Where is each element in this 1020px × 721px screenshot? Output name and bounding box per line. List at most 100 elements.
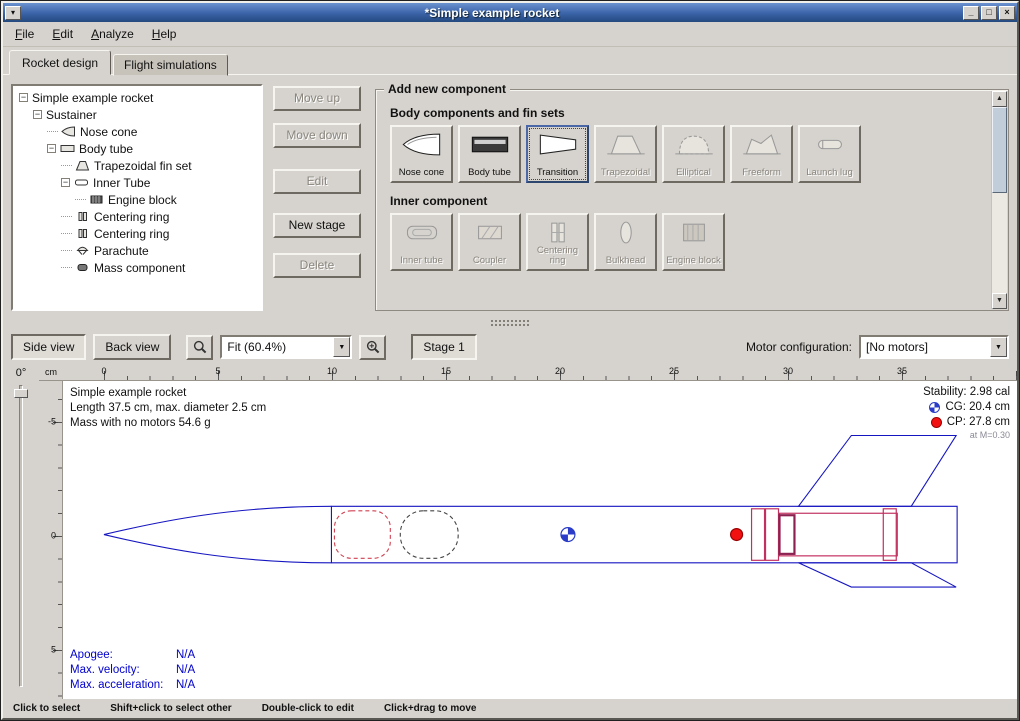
apogee-label: Apogee: xyxy=(70,648,176,663)
body-components-label: Body components and fin sets xyxy=(390,106,984,120)
add-launch-lug-button[interactable]: Launch lug xyxy=(798,125,861,183)
edit-button[interactable]: Edit xyxy=(273,169,361,194)
component-button-label: Coupler xyxy=(473,256,506,266)
minimize-button[interactable]: _ xyxy=(963,6,979,20)
zoom-in-button[interactable] xyxy=(359,335,386,360)
new-stage-button[interactable]: New stage xyxy=(273,213,361,238)
scroll-up-icon[interactable]: ▲ xyxy=(992,91,1007,107)
hint-click-drag: Click+drag to move xyxy=(384,703,477,714)
tree-item-fin-set[interactable]: Trapezoidal fin set xyxy=(15,157,259,174)
collapse-icon[interactable]: − xyxy=(33,110,42,119)
add-body-tube-button[interactable]: Body tube xyxy=(458,125,521,183)
scrollbar-track[interactable] xyxy=(992,107,1007,293)
add-elliptical-fin-button[interactable]: Elliptical xyxy=(662,125,725,183)
component-scrollbar[interactable]: ▲ ▼ xyxy=(991,91,1007,309)
menu-bar: File Edit Analyze Help xyxy=(3,22,1017,47)
centering-ring-icon xyxy=(75,228,90,239)
tree-item-label: Centering ring xyxy=(94,210,169,224)
add-engine-block-button[interactable]: Engine block xyxy=(662,213,725,271)
add-inner-tube-button[interactable]: Inner tube xyxy=(390,213,453,271)
stage-1-toggle[interactable]: Stage 1 xyxy=(411,334,476,360)
collapse-icon[interactable]: − xyxy=(47,144,56,153)
tree-item-centering-ring-1[interactable]: Centering ring xyxy=(15,208,259,225)
scrollbar-thumb[interactable] xyxy=(992,107,1007,193)
mach-condition: at M=0.30 xyxy=(923,430,1010,442)
add-coupler-button[interactable]: Coupler xyxy=(458,213,521,271)
add-component-title: Add new component xyxy=(384,82,510,96)
add-freeform-fin-button[interactable]: Freeform xyxy=(730,125,793,183)
centering-ring-outline xyxy=(766,509,779,561)
apogee-value: N/A xyxy=(176,648,195,663)
chevron-down-icon[interactable]: ▼ xyxy=(333,337,350,357)
rocket-canvas[interactable]: Simple example rocket Length 37.5 cm, ma… xyxy=(63,381,1017,699)
rotation-control: 0° xyxy=(3,365,39,699)
motor-configuration-select[interactable]: [No motors] ▼ xyxy=(859,335,1009,359)
tree-item-inner-tube[interactable]: − Inner Tube xyxy=(15,174,259,191)
panel-splitter[interactable] xyxy=(3,317,1017,329)
tab-rocket-design[interactable]: Rocket design xyxy=(9,50,111,75)
ruler-tick-label: 25 xyxy=(669,366,679,376)
body-component-buttons: Nose cone Body tube Transition Trapezoid… xyxy=(390,125,984,183)
centering-ring-icon xyxy=(75,211,90,222)
scroll-down-icon[interactable]: ▼ xyxy=(992,293,1007,309)
menu-help[interactable]: Help xyxy=(144,24,185,44)
tree-item-rocket[interactable]: − Simple example rocket xyxy=(15,89,259,106)
zoom-select[interactable]: Fit (60.4%) ▼ xyxy=(220,335,352,359)
collapse-icon[interactable]: − xyxy=(19,93,28,102)
tree-item-nose-cone[interactable]: Nose cone xyxy=(15,123,259,140)
fin-top xyxy=(798,435,956,506)
inner-component-label: Inner component xyxy=(390,194,984,208)
tree-item-sustainer[interactable]: − Sustainer xyxy=(15,106,259,123)
tree-item-label: Mass component xyxy=(94,261,185,275)
add-transition-button[interactable]: Transition xyxy=(526,125,589,183)
elliptical-fin-icon xyxy=(673,131,715,158)
add-bulkhead-button[interactable]: Bulkhead xyxy=(594,213,657,271)
inner-tube-outline xyxy=(779,513,897,556)
add-nose-cone-button[interactable]: Nose cone xyxy=(390,125,453,183)
menu-file[interactable]: File xyxy=(7,24,42,44)
tree-item-label: Parachute xyxy=(94,244,149,258)
vertical-ruler: cm -5 0 5 xyxy=(39,365,63,699)
move-up-button[interactable]: Move up xyxy=(273,86,361,111)
collapse-icon[interactable]: − xyxy=(61,178,70,187)
tree-connector xyxy=(61,165,72,166)
engine-block-icon xyxy=(673,219,715,246)
body-tube-outline xyxy=(331,506,957,562)
window-menu-icon[interactable]: ▾ xyxy=(5,6,21,20)
rotation-slider-handle[interactable] xyxy=(14,389,28,398)
menu-analyze[interactable]: Analyze xyxy=(83,24,142,44)
chevron-down-icon[interactable]: ▼ xyxy=(990,337,1007,357)
ruler-tick-label: 20 xyxy=(555,366,565,376)
application-window: ▾ *Simple example rocket _ □ × File Edit… xyxy=(0,0,1020,721)
title-bar: ▾ *Simple example rocket _ □ × xyxy=(3,3,1017,22)
stability-value: Stability: 2.98 cal xyxy=(923,385,1010,400)
tree-item-body-tube[interactable]: − Body tube xyxy=(15,140,259,157)
inner-tube-icon xyxy=(74,177,89,188)
centering-ring-outline xyxy=(883,509,896,561)
add-trapezoidal-fin-button[interactable]: Trapezoidal xyxy=(594,125,657,183)
add-centering-ring-button[interactable]: Centering ring xyxy=(526,213,589,271)
tree-item-parachute[interactable]: Parachute xyxy=(15,242,259,259)
component-button-label: Trapezoidal xyxy=(601,168,650,178)
tree-connector xyxy=(61,250,72,251)
tree-item-label: Simple example rocket xyxy=(32,91,153,105)
maximize-button[interactable]: □ xyxy=(981,6,997,20)
tab-flight-simulations[interactable]: Flight simulations xyxy=(113,54,228,76)
tree-item-label: Trapezoidal fin set xyxy=(94,159,192,173)
tree-item-mass-component[interactable]: Mass component xyxy=(15,259,259,276)
zoom-out-button[interactable] xyxy=(186,335,213,360)
ruler-tick-label: 35 xyxy=(897,366,907,376)
move-down-button[interactable]: Move down xyxy=(273,123,361,148)
delete-button[interactable]: Delete xyxy=(273,253,361,278)
menu-edit[interactable]: Edit xyxy=(44,24,81,44)
back-view-button[interactable]: Back view xyxy=(93,334,171,360)
tree-item-engine-block[interactable]: Engine block xyxy=(15,191,259,208)
nose-cone-outline xyxy=(104,506,332,562)
side-view-button[interactable]: Side view xyxy=(11,334,86,360)
ruler-tick-label: 5 xyxy=(215,366,220,376)
tree-item-centering-ring-2[interactable]: Centering ring xyxy=(15,225,259,242)
tree-item-label: Nose cone xyxy=(80,125,137,139)
rotation-slider[interactable] xyxy=(19,385,23,687)
component-button-label: Nose cone xyxy=(399,168,444,178)
close-button[interactable]: × xyxy=(999,6,1015,20)
